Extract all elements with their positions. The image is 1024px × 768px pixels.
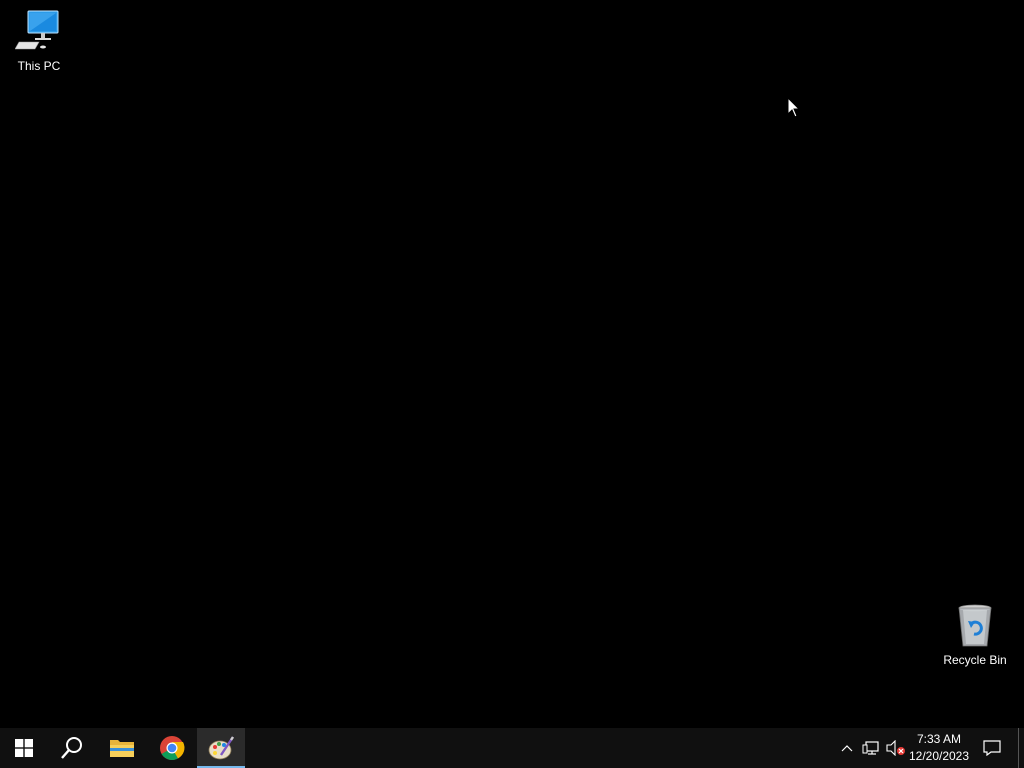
action-center-button[interactable] [978,728,1006,768]
start-button[interactable] [0,728,48,768]
windows-logo-icon [15,739,33,757]
desktop[interactable]: This PC Recycle Bin [0,0,1024,728]
file-explorer-button[interactable] [98,728,146,768]
paint-icon [208,736,234,760]
chrome-button[interactable] [148,728,196,768]
volume-button[interactable] [884,728,908,768]
paint-button[interactable] [197,728,245,768]
desktop-icon-recycle-bin[interactable]: Recycle Bin [937,602,1013,667]
volume-muted-icon [886,740,905,756]
folder-icon [110,740,134,757]
desktop-icon-this-pc[interactable]: This PC [1,8,77,73]
desktop-icon-label: This PC [17,59,61,73]
clock-time: 7:33 AM [916,732,962,746]
network-icon [862,741,879,755]
search-icon [61,737,82,759]
recycle-bin-icon [958,604,992,647]
clock[interactable]: 7:33 AM 12/20/2023 [906,728,972,768]
taskbar: 7:33 AM 12/20/2023 [0,728,1024,768]
chevron-up-icon [841,745,853,752]
show-desktop-button[interactable] [1018,728,1024,768]
notification-icon [983,740,1001,756]
this-pc-icon [15,10,59,50]
network-button[interactable] [860,728,882,768]
show-hidden-icons-button[interactable] [836,728,858,768]
mouse-cursor-icon [787,97,801,118]
search-button[interactable] [48,728,96,768]
chrome-icon [160,736,185,761]
clock-date: 12/20/2023 [908,749,970,763]
desktop-icon-label: Recycle Bin [943,653,1007,667]
